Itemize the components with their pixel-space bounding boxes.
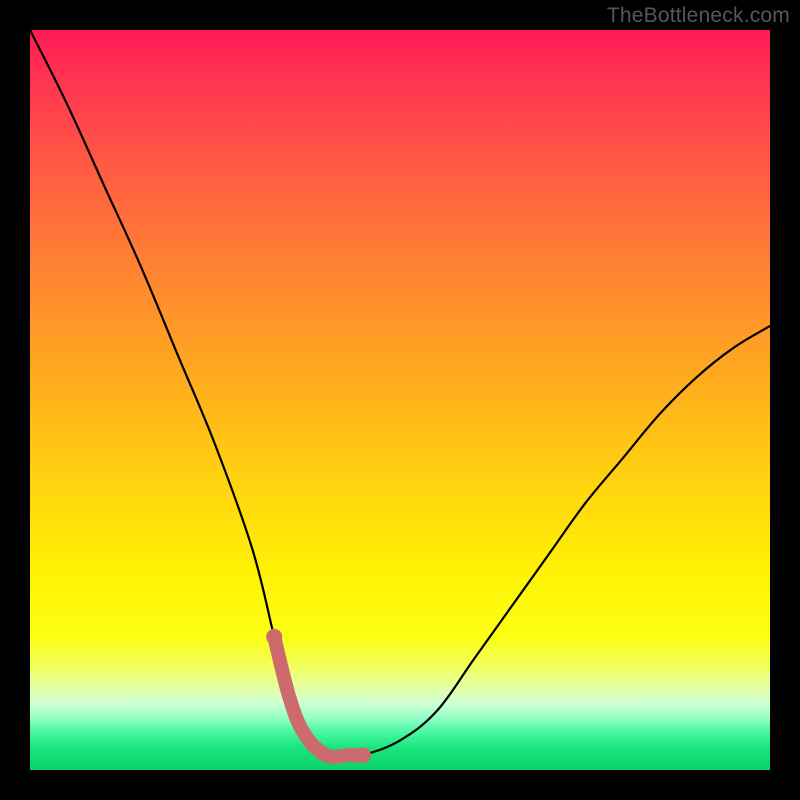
watermark-text: TheBottleneck.com [607, 4, 790, 28]
chart-frame: TheBottleneck.com [0, 0, 800, 800]
trough-endpoint-right [355, 747, 371, 763]
trough-endpoint-left [266, 629, 282, 645]
bottleneck-curve [30, 30, 770, 757]
curve-layer [30, 30, 770, 770]
plot-area [30, 30, 770, 770]
trough-highlight [274, 637, 363, 757]
